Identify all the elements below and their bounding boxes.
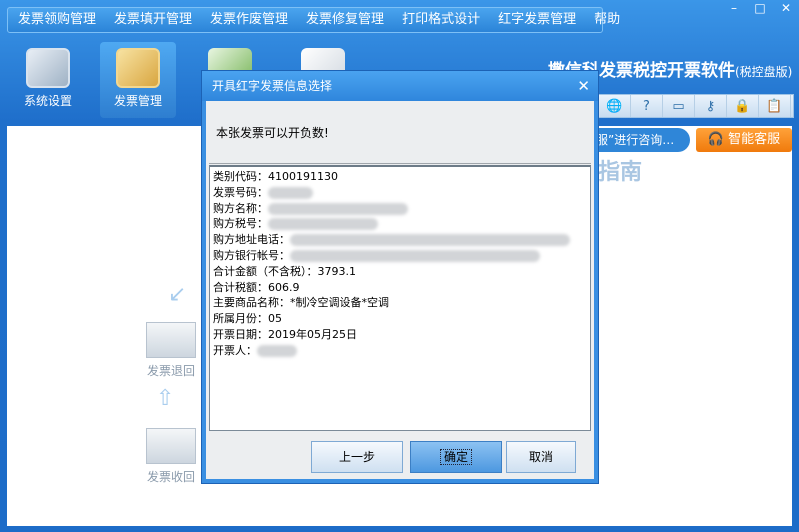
ok-button-label: 确定	[439, 449, 472, 465]
info-drawer: 开票人：	[213, 343, 587, 359]
maximize-button[interactable]: □	[747, 0, 773, 18]
lock-icon[interactable]: 🔒	[727, 95, 759, 117]
clipboard-icon[interactable]: 📋	[759, 95, 791, 117]
menu-help[interactable]: 帮助	[585, 8, 629, 32]
consult-bar[interactable]: 服”进行咨询…	[590, 128, 690, 152]
info-total-amount: 合计金额（不含税）：3793.1	[213, 264, 356, 278]
toolbar-label: 发票管理	[113, 94, 162, 108]
close-button[interactable]: ✕	[773, 0, 799, 18]
menu-invoice-void[interactable]: 发票作废管理	[201, 8, 297, 32]
info-issue-date: 开票日期：2019年05月25日	[213, 327, 357, 341]
help-icon[interactable]: ?	[631, 95, 663, 117]
prev-step-button[interactable]: 上一步	[311, 441, 403, 473]
menu-invoice-issue[interactable]: 发票填开管理	[105, 8, 201, 32]
flow-invoice-return[interactable]: 发票退回	[146, 322, 196, 379]
info-category-code: 类别代码：4100191130	[213, 170, 338, 183]
toolbar-label: 系统设置	[23, 94, 72, 108]
info-buyer-bank: 购方银行帐号：	[213, 248, 587, 264]
toolbar-system-settings[interactable]: 系统设置	[10, 42, 86, 118]
menu-print-format[interactable]: 打印格式设计	[393, 8, 489, 32]
info-invoice-number: 发票号码：	[213, 185, 587, 201]
quick-icon-row: 🌐 ? ▭ ⚷ 🔒 📋	[598, 94, 794, 118]
menu-red-invoice[interactable]: 红字发票管理	[489, 8, 585, 32]
key-icon[interactable]: ⚷	[695, 95, 727, 117]
flow-label: 发票退回	[146, 364, 195, 378]
info-buyer-tax-id: 购方税号：	[213, 216, 587, 232]
menu-invoice-repair[interactable]: 发票修复管理	[297, 8, 393, 32]
red-invoice-dialog: 开具红字发票信息选择 ✕ 本张发票可以开负数! 类别代码：4100191130 …	[201, 70, 599, 484]
guide-title: 指南	[598, 160, 643, 185]
smart-service-button[interactable]: 🎧 智能客服	[696, 128, 792, 152]
flow-invoice-receive[interactable]: 发票收回	[146, 428, 196, 485]
window-icon[interactable]: ▭	[663, 95, 695, 117]
menu-invoice-purchase[interactable]: 发票领购管理	[8, 8, 105, 32]
minimize-button[interactable]: –	[721, 0, 747, 18]
invoice-folder-icon	[116, 48, 160, 88]
toolbar-invoice-management[interactable]: 发票管理	[100, 42, 176, 118]
globe-icon[interactable]: 🌐	[599, 95, 631, 117]
ok-button[interactable]: 确定	[410, 441, 502, 473]
brand-edition: (税控盘版)	[735, 65, 793, 79]
invoice-info-box: 类别代码：4100191130 发票号码： 购方名称： 购方税号： 购方地址电话…	[209, 165, 591, 431]
settings-icon	[26, 48, 70, 88]
flow-up-arrow-icon: ⇧	[156, 386, 175, 411]
headset-icon: 🎧	[707, 132, 725, 147]
menu-bar: 发票领购管理 发票填开管理 发票作废管理 发票修复管理 打印格式设计 红字发票管…	[7, 7, 620, 33]
dialog-body: 本张发票可以开负数! 类别代码：4100191130 发票号码： 购方名称： 购…	[206, 101, 594, 479]
window-controls: – □ ✕	[721, 0, 799, 18]
info-buyer-address: 购方地址电话：	[213, 232, 587, 248]
flow-label: 发票收回	[146, 470, 195, 484]
flow-arrow-icon: ↙	[168, 282, 187, 307]
smart-service-label: 智能客服	[728, 132, 781, 147]
dialog-button-row: 上一步 确定 取消	[206, 441, 594, 475]
invoice-receive-icon	[146, 428, 196, 464]
cancel-button[interactable]: 取消	[506, 441, 576, 473]
invoice-return-icon	[146, 322, 196, 358]
dialog-title: 开具红字发票信息选择	[202, 71, 598, 101]
info-total-tax: 合计税额：606.9	[213, 280, 300, 294]
divider	[209, 163, 591, 164]
dialog-close-icon[interactable]: ✕	[577, 77, 590, 95]
info-month: 所属月份：05	[213, 312, 282, 326]
info-buyer-name: 购方名称：	[213, 201, 587, 217]
main-window: 发票领购管理 发票填开管理 发票作废管理 发票修复管理 打印格式设计 红字发票管…	[0, 0, 799, 532]
info-main-goods: 主要商品名称：*制冷空调设备*空调	[213, 296, 389, 310]
dialog-message: 本张发票可以开负数!	[216, 126, 329, 140]
